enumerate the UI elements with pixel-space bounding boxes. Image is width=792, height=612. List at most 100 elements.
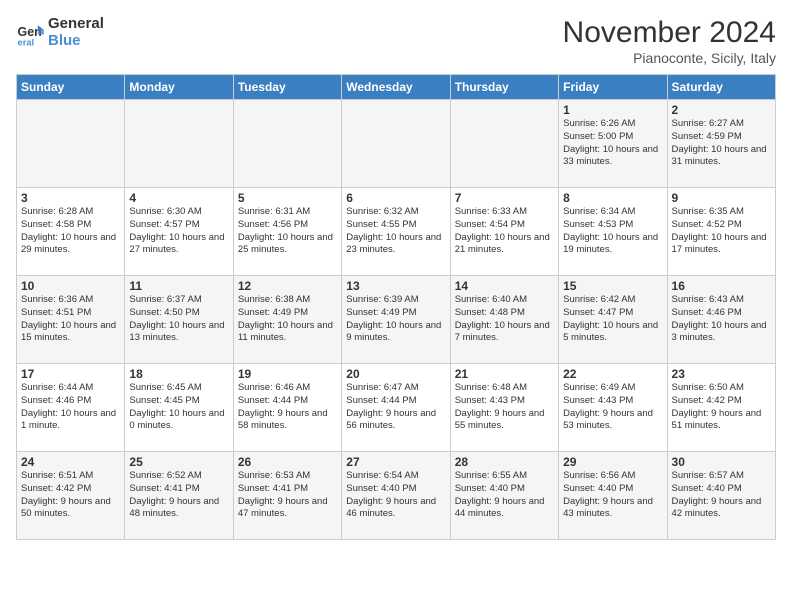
day-number: 4 <box>129 191 228 205</box>
day-info: Sunrise: 6:42 AMSunset: 4:47 PMDaylight:… <box>563 294 662 345</box>
page-header: Gen eral General Blue November 2024 Pian… <box>16 16 776 66</box>
day-number: 24 <box>21 455 120 469</box>
calendar-cell: 12Sunrise: 6:38 AMSunset: 4:49 PMDayligh… <box>233 276 341 364</box>
day-number: 8 <box>563 191 662 205</box>
day-number: 11 <box>129 279 228 293</box>
day-number: 6 <box>346 191 445 205</box>
calendar-cell <box>233 100 341 188</box>
header-saturday: Saturday <box>667 75 775 100</box>
calendar-cell: 3Sunrise: 6:28 AMSunset: 4:58 PMDaylight… <box>17 188 125 276</box>
day-number: 2 <box>672 103 771 117</box>
day-number: 22 <box>563 367 662 381</box>
month-title: November 2024 <box>563 16 776 50</box>
day-info: Sunrise: 6:30 AMSunset: 4:57 PMDaylight:… <box>129 206 228 257</box>
day-info: Sunrise: 6:44 AMSunset: 4:46 PMDaylight:… <box>21 382 120 433</box>
day-info: Sunrise: 6:52 AMSunset: 4:41 PMDaylight:… <box>129 470 228 521</box>
calendar-cell <box>125 100 233 188</box>
day-info: Sunrise: 6:37 AMSunset: 4:50 PMDaylight:… <box>129 294 228 345</box>
day-info: Sunrise: 6:55 AMSunset: 4:40 PMDaylight:… <box>455 470 554 521</box>
calendar-cell: 24Sunrise: 6:51 AMSunset: 4:42 PMDayligh… <box>17 452 125 540</box>
header-wednesday: Wednesday <box>342 75 450 100</box>
logo-line2: Blue <box>48 33 104 50</box>
calendar-cell: 16Sunrise: 6:43 AMSunset: 4:46 PMDayligh… <box>667 276 775 364</box>
calendar-cell: 23Sunrise: 6:50 AMSunset: 4:42 PMDayligh… <box>667 364 775 452</box>
day-info: Sunrise: 6:36 AMSunset: 4:51 PMDaylight:… <box>21 294 120 345</box>
day-number: 14 <box>455 279 554 293</box>
calendar-cell: 11Sunrise: 6:37 AMSunset: 4:50 PMDayligh… <box>125 276 233 364</box>
day-info: Sunrise: 6:57 AMSunset: 4:40 PMDaylight:… <box>672 470 771 521</box>
calendar-cell: 10Sunrise: 6:36 AMSunset: 4:51 PMDayligh… <box>17 276 125 364</box>
calendar-cell: 30Sunrise: 6:57 AMSunset: 4:40 PMDayligh… <box>667 452 775 540</box>
calendar-cell: 28Sunrise: 6:55 AMSunset: 4:40 PMDayligh… <box>450 452 558 540</box>
calendar-cell: 15Sunrise: 6:42 AMSunset: 4:47 PMDayligh… <box>559 276 667 364</box>
day-number: 15 <box>563 279 662 293</box>
day-number: 21 <box>455 367 554 381</box>
calendar-cell: 2Sunrise: 6:27 AMSunset: 4:59 PMDaylight… <box>667 100 775 188</box>
day-number: 16 <box>672 279 771 293</box>
day-number: 7 <box>455 191 554 205</box>
calendar-cell <box>342 100 450 188</box>
day-number: 9 <box>672 191 771 205</box>
day-info: Sunrise: 6:40 AMSunset: 4:48 PMDaylight:… <box>455 294 554 345</box>
calendar-cell: 14Sunrise: 6:40 AMSunset: 4:48 PMDayligh… <box>450 276 558 364</box>
calendar-cell: 9Sunrise: 6:35 AMSunset: 4:52 PMDaylight… <box>667 188 775 276</box>
calendar-cell: 5Sunrise: 6:31 AMSunset: 4:56 PMDaylight… <box>233 188 341 276</box>
day-number: 17 <box>21 367 120 381</box>
calendar-cell: 19Sunrise: 6:46 AMSunset: 4:44 PMDayligh… <box>233 364 341 452</box>
day-info: Sunrise: 6:46 AMSunset: 4:44 PMDaylight:… <box>238 382 337 433</box>
header-thursday: Thursday <box>450 75 558 100</box>
day-number: 25 <box>129 455 228 469</box>
day-number: 27 <box>346 455 445 469</box>
calendar-cell: 1Sunrise: 6:26 AMSunset: 5:00 PMDaylight… <box>559 100 667 188</box>
calendar-header-row: SundayMondayTuesdayWednesdayThursdayFrid… <box>17 75 776 100</box>
calendar-cell: 17Sunrise: 6:44 AMSunset: 4:46 PMDayligh… <box>17 364 125 452</box>
header-friday: Friday <box>559 75 667 100</box>
calendar-cell: 13Sunrise: 6:39 AMSunset: 4:49 PMDayligh… <box>342 276 450 364</box>
logo-line1: General <box>48 16 104 33</box>
calendar-week-row: 24Sunrise: 6:51 AMSunset: 4:42 PMDayligh… <box>17 452 776 540</box>
calendar-week-row: 1Sunrise: 6:26 AMSunset: 5:00 PMDaylight… <box>17 100 776 188</box>
calendar-cell: 21Sunrise: 6:48 AMSunset: 4:43 PMDayligh… <box>450 364 558 452</box>
day-number: 26 <box>238 455 337 469</box>
svg-text:eral: eral <box>18 37 35 47</box>
day-info: Sunrise: 6:54 AMSunset: 4:40 PMDaylight:… <box>346 470 445 521</box>
day-number: 5 <box>238 191 337 205</box>
day-info: Sunrise: 6:28 AMSunset: 4:58 PMDaylight:… <box>21 206 120 257</box>
day-info: Sunrise: 6:45 AMSunset: 4:45 PMDaylight:… <box>129 382 228 433</box>
day-info: Sunrise: 6:48 AMSunset: 4:43 PMDaylight:… <box>455 382 554 433</box>
day-info: Sunrise: 6:26 AMSunset: 5:00 PMDaylight:… <box>563 118 662 169</box>
day-info: Sunrise: 6:50 AMSunset: 4:42 PMDaylight:… <box>672 382 771 433</box>
calendar-cell: 6Sunrise: 6:32 AMSunset: 4:55 PMDaylight… <box>342 188 450 276</box>
day-info: Sunrise: 6:31 AMSunset: 4:56 PMDaylight:… <box>238 206 337 257</box>
day-info: Sunrise: 6:47 AMSunset: 4:44 PMDaylight:… <box>346 382 445 433</box>
day-number: 3 <box>21 191 120 205</box>
title-block: November 2024 Pianoconte, Sicily, Italy <box>563 16 776 66</box>
calendar-cell: 7Sunrise: 6:33 AMSunset: 4:54 PMDaylight… <box>450 188 558 276</box>
calendar-cell: 4Sunrise: 6:30 AMSunset: 4:57 PMDaylight… <box>125 188 233 276</box>
header-tuesday: Tuesday <box>233 75 341 100</box>
location: Pianoconte, Sicily, Italy <box>563 50 776 66</box>
calendar-week-row: 10Sunrise: 6:36 AMSunset: 4:51 PMDayligh… <box>17 276 776 364</box>
header-sunday: Sunday <box>17 75 125 100</box>
day-number: 18 <box>129 367 228 381</box>
day-number: 20 <box>346 367 445 381</box>
logo-icon: Gen eral <box>16 19 44 47</box>
day-info: Sunrise: 6:27 AMSunset: 4:59 PMDaylight:… <box>672 118 771 169</box>
calendar-cell: 8Sunrise: 6:34 AMSunset: 4:53 PMDaylight… <box>559 188 667 276</box>
day-info: Sunrise: 6:32 AMSunset: 4:55 PMDaylight:… <box>346 206 445 257</box>
day-number: 1 <box>563 103 662 117</box>
day-number: 19 <box>238 367 337 381</box>
header-monday: Monday <box>125 75 233 100</box>
logo: Gen eral General Blue <box>16 16 104 49</box>
calendar-cell: 26Sunrise: 6:53 AMSunset: 4:41 PMDayligh… <box>233 452 341 540</box>
day-number: 30 <box>672 455 771 469</box>
day-info: Sunrise: 6:43 AMSunset: 4:46 PMDaylight:… <box>672 294 771 345</box>
calendar-cell: 29Sunrise: 6:56 AMSunset: 4:40 PMDayligh… <box>559 452 667 540</box>
day-number: 10 <box>21 279 120 293</box>
day-info: Sunrise: 6:56 AMSunset: 4:40 PMDaylight:… <box>563 470 662 521</box>
day-info: Sunrise: 6:35 AMSunset: 4:52 PMDaylight:… <box>672 206 771 257</box>
calendar-cell: 22Sunrise: 6:49 AMSunset: 4:43 PMDayligh… <box>559 364 667 452</box>
day-number: 28 <box>455 455 554 469</box>
day-info: Sunrise: 6:51 AMSunset: 4:42 PMDaylight:… <box>21 470 120 521</box>
day-info: Sunrise: 6:53 AMSunset: 4:41 PMDaylight:… <box>238 470 337 521</box>
